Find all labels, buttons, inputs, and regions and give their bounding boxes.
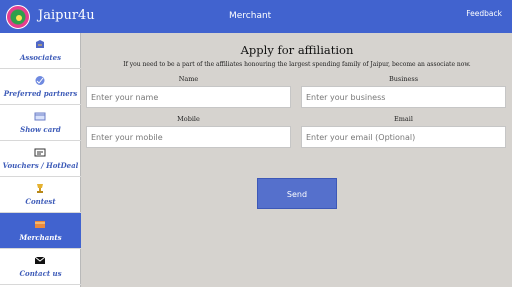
feedback-button[interactable]: Feedback: [466, 9, 502, 18]
sidebar-item-contest[interactable]: Contest: [0, 177, 81, 213]
mail-icon: [34, 256, 46, 264]
sidebar-item-preferred-partners[interactable]: Preferred partners: [0, 69, 81, 105]
email-input[interactable]: Enter your email (Optional): [301, 126, 506, 148]
logo-icon: [6, 5, 30, 29]
preferred-partners-icon: [35, 76, 45, 85]
sidebar-item-associates[interactable]: Associates: [0, 33, 81, 69]
app-header: Jaipur4u Merchant Feedback: [0, 0, 512, 33]
business-input[interactable]: Enter your business: [301, 86, 506, 108]
send-button[interactable]: Send: [257, 178, 337, 209]
main-content: Apply for affiliation If you need to be …: [82, 33, 512, 287]
sidebar-item-vouchers[interactable]: Vouchers / HotDeal: [0, 141, 81, 177]
sidebar-item-label: Merchants: [19, 233, 62, 242]
sidebar-item-label: Preferred partners: [3, 89, 78, 98]
sidebar-item-label: Contact us: [19, 269, 62, 278]
associates-icon: [36, 40, 44, 48]
app-title: Jaipur4u: [38, 8, 95, 23]
business-label: Business: [388, 75, 419, 83]
sidebar-item-label: Associates: [19, 53, 62, 62]
sidebar-item-merchants[interactable]: Merchants: [0, 213, 81, 249]
sidebar-item-show-card[interactable]: Show card: [0, 105, 81, 141]
name-input[interactable]: Enter your name: [86, 86, 291, 108]
mobile-input[interactable]: Enter your mobile: [86, 126, 291, 148]
voucher-icon: [34, 148, 46, 157]
name-label: Name: [178, 75, 199, 83]
trophy-icon: [37, 184, 43, 193]
screen-title: Merchant: [229, 11, 272, 21]
mobile-label: Mobile: [177, 115, 200, 123]
merchant-icon: [35, 221, 45, 228]
sidebar: Associates Preferred partners Show card …: [0, 33, 81, 287]
sidebar-item-label: Vouchers / HotDeal: [2, 161, 79, 170]
sidebar-item-label: Show card: [20, 125, 61, 134]
sidebar-item-contact-us[interactable]: Contact us: [0, 249, 81, 285]
sidebar-item-label: Contest: [25, 197, 56, 206]
email-label: Email: [394, 115, 413, 123]
page-title: Apply for affiliation: [240, 43, 354, 57]
page-subtitle: If you need to be a part of the affiliat…: [123, 61, 471, 68]
show-card-icon: [34, 112, 46, 121]
